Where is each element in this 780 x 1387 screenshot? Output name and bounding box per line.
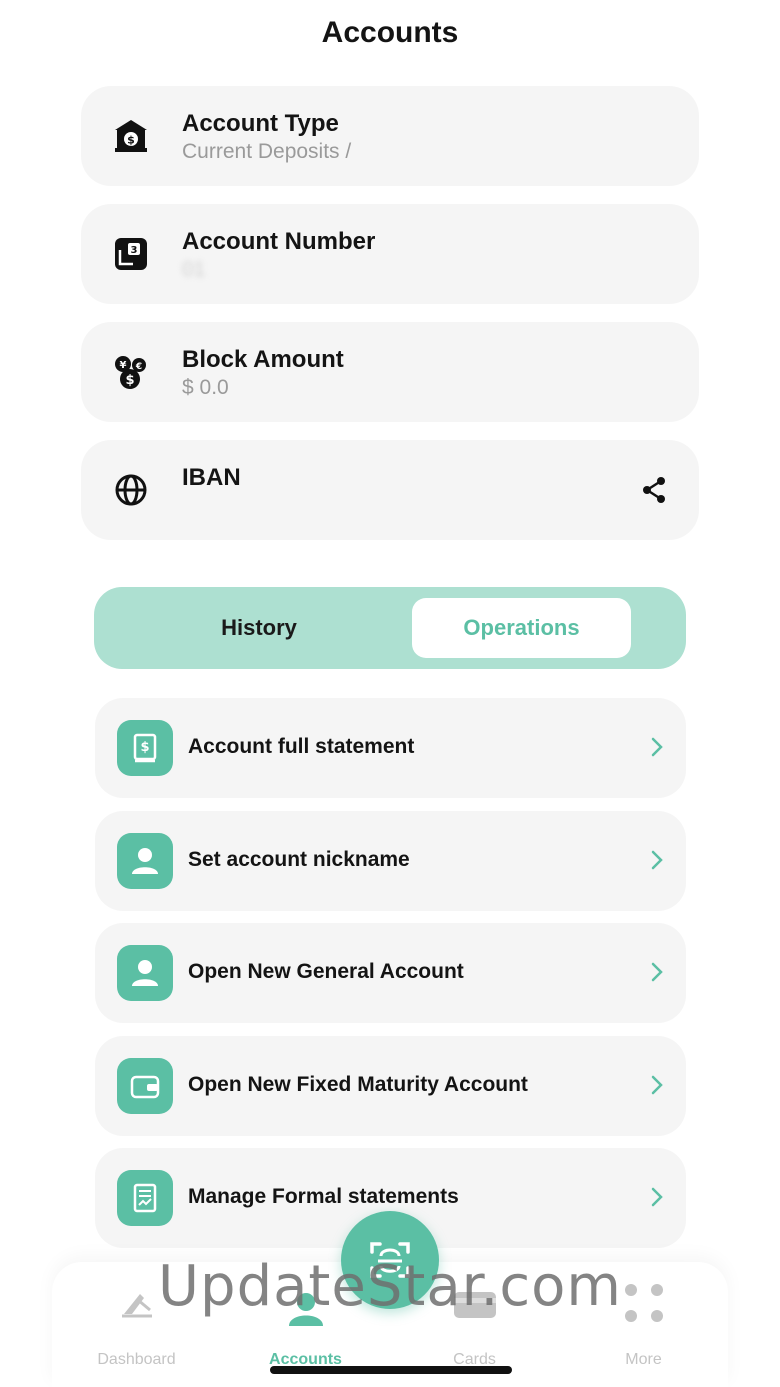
formal-statement-icon bbox=[117, 1170, 173, 1226]
op-open-new-general-account[interactable]: Open New General Account bbox=[95, 923, 686, 1023]
op-open-new-fixed-maturity-account[interactable]: Open New Fixed Maturity Account bbox=[95, 1036, 686, 1136]
home-indicator bbox=[270, 1366, 512, 1374]
chevron-right-icon bbox=[651, 1187, 663, 1207]
chevron-right-icon bbox=[651, 1075, 663, 1095]
op-set-account-nickname[interactable]: Set account nickname bbox=[95, 811, 686, 911]
svg-text:$: $ bbox=[127, 134, 135, 147]
chevron-right-icon bbox=[651, 737, 663, 757]
account-number-value: 01 bbox=[182, 258, 206, 281]
op-label: Manage Formal statements bbox=[188, 1185, 459, 1208]
watermark: UpdateStar.com bbox=[158, 1254, 622, 1319]
account-type-label: Account Type bbox=[182, 110, 339, 137]
account-type-value: Current Deposits / bbox=[182, 140, 352, 163]
currency-coins-icon: ¥ € $ bbox=[111, 352, 151, 392]
tab-history[interactable]: History bbox=[124, 598, 394, 658]
account-type-card: $ Account Type Current Deposits / bbox=[81, 86, 699, 186]
history-operations-toggle: History Operations bbox=[94, 587, 686, 669]
block-amount-label: Block Amount bbox=[182, 346, 344, 373]
account-number-card: 3 Account Number 01 bbox=[81, 204, 699, 304]
svg-text:€: € bbox=[135, 362, 142, 372]
wallet-icon bbox=[117, 1058, 173, 1114]
tab-label: Dashboard bbox=[97, 1351, 176, 1368]
op-label: Account full statement bbox=[188, 735, 415, 758]
account-number-icon: 3 bbox=[111, 234, 151, 274]
block-amount-card: ¥ € $ Block Amount $ 0.0 bbox=[81, 322, 699, 422]
op-label: Open New General Account bbox=[188, 960, 464, 983]
op-label: Open New Fixed Maturity Account bbox=[188, 1073, 528, 1096]
bank-icon: $ bbox=[111, 116, 151, 156]
svg-text:3: 3 bbox=[131, 245, 138, 256]
chevron-right-icon bbox=[651, 850, 663, 870]
iban-label: IBAN bbox=[182, 464, 241, 491]
account-number-label: Account Number bbox=[182, 228, 376, 255]
page-title: Accounts bbox=[321, 16, 459, 49]
tab-label: More bbox=[625, 1351, 662, 1368]
tab-operations[interactable]: Operations bbox=[412, 598, 631, 658]
op-label: Set account nickname bbox=[188, 848, 410, 871]
svg-text:$: $ bbox=[125, 373, 134, 388]
person-icon bbox=[117, 945, 173, 1001]
statement-book-icon: $ bbox=[117, 720, 173, 776]
iban-card: IBAN bbox=[81, 440, 699, 540]
svg-text:$: $ bbox=[140, 740, 149, 755]
person-icon bbox=[117, 833, 173, 889]
svg-text:¥: ¥ bbox=[120, 360, 127, 371]
share-icon[interactable] bbox=[639, 475, 669, 505]
globe-icon bbox=[111, 470, 151, 510]
op-account-full-statement[interactable]: $ Account full statement bbox=[95, 698, 686, 798]
chevron-right-icon bbox=[651, 962, 663, 982]
block-amount-value: $ 0.0 bbox=[182, 376, 229, 399]
